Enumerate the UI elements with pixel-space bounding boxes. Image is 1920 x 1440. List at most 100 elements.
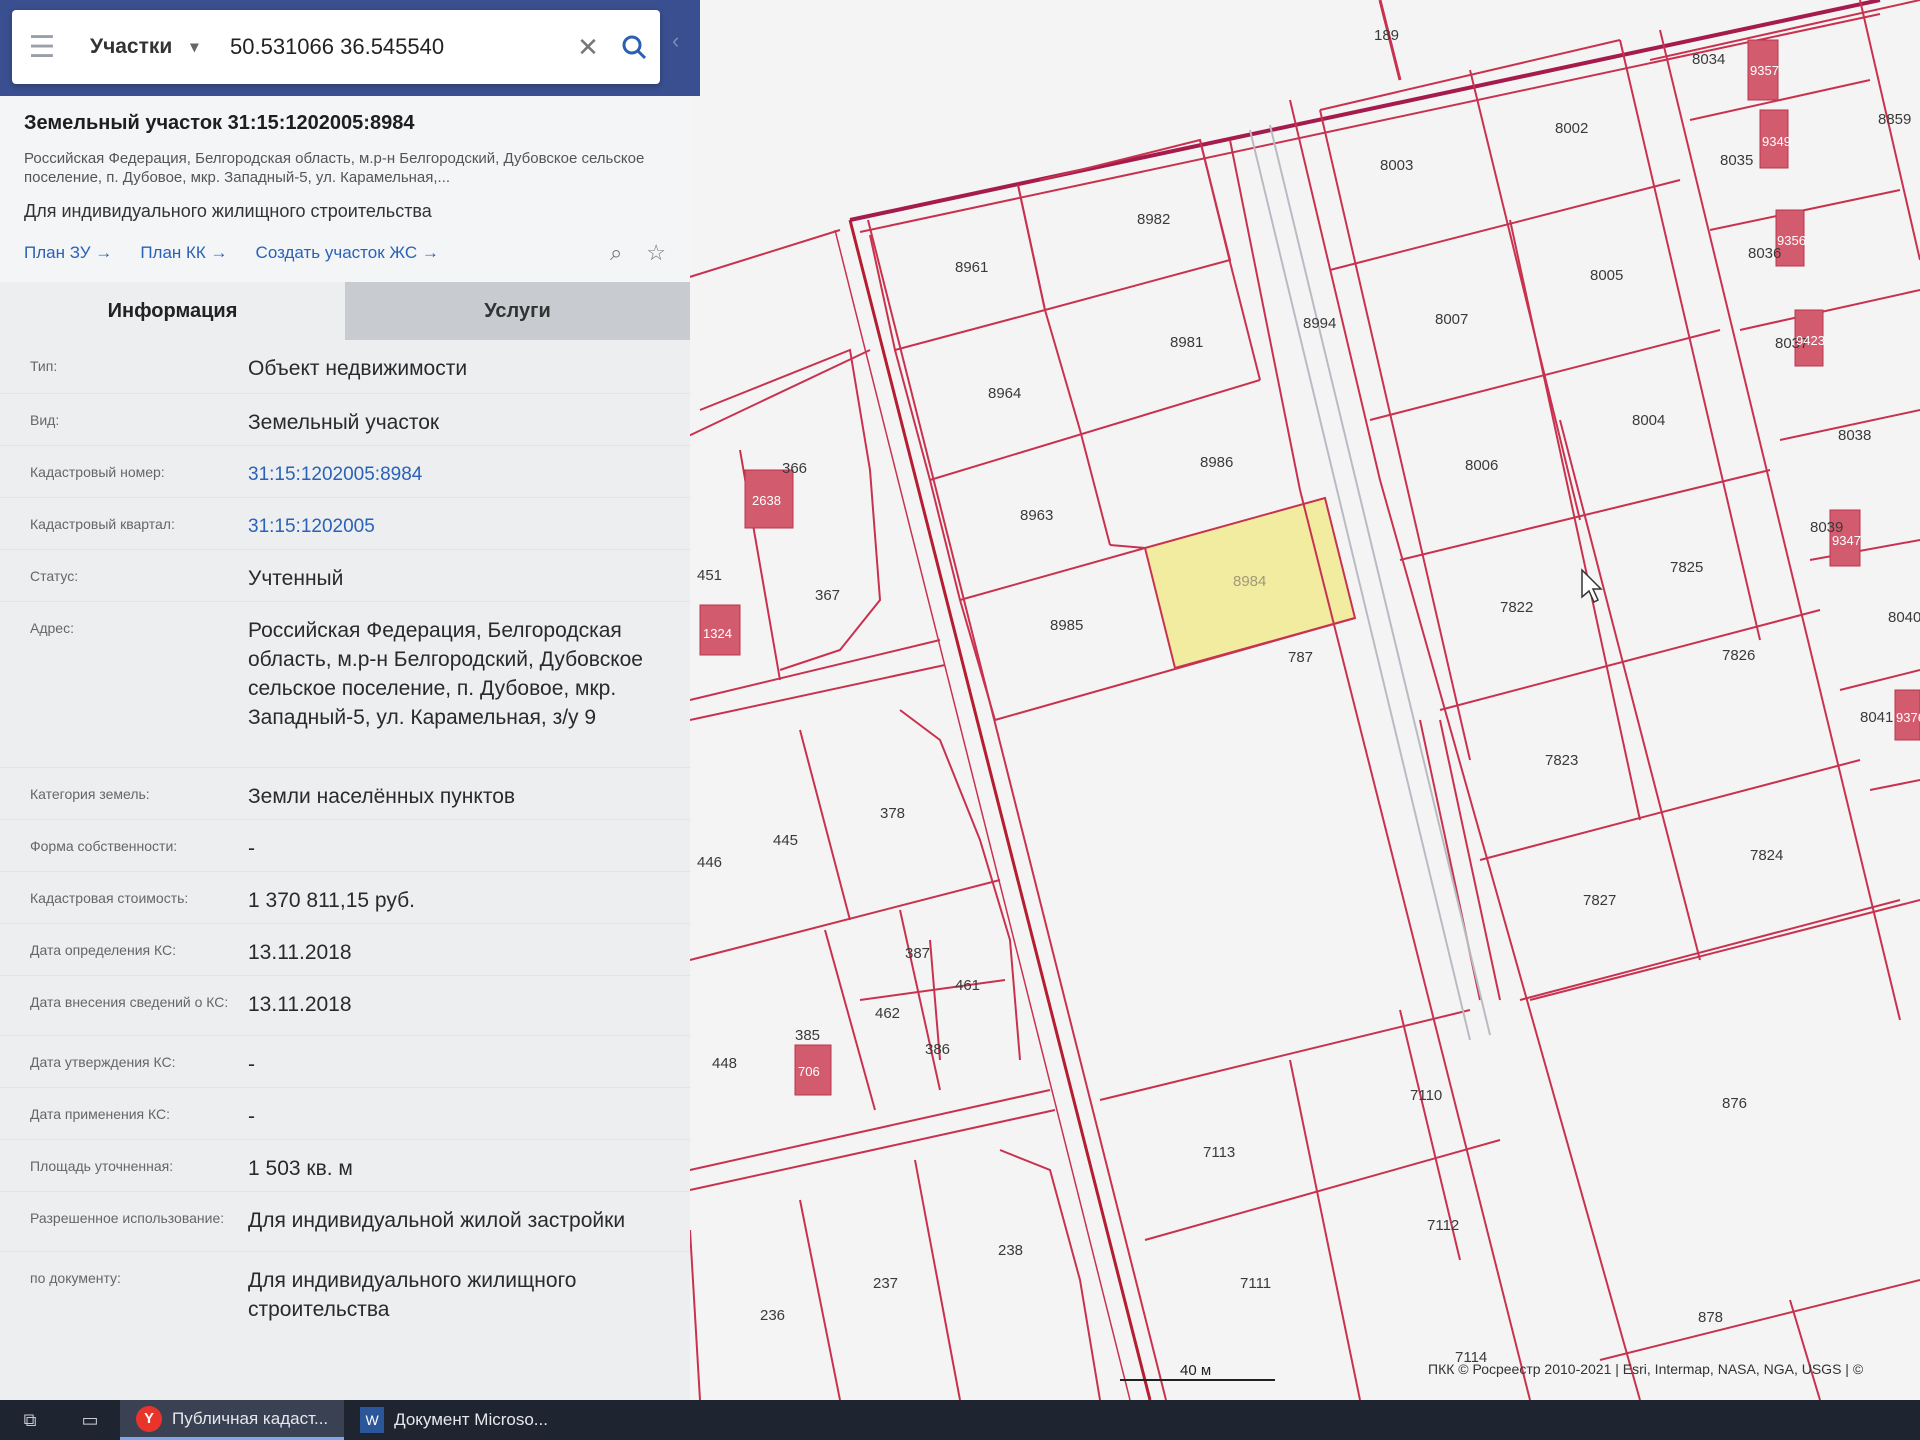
- row-cadastral-value: Кадастровая стоимость: 1 370 811,15 руб.: [0, 872, 690, 924]
- label-8035: 8035: [1720, 152, 1753, 169]
- zoom-to-object-icon[interactable]: ⌕: [610, 240, 622, 266]
- label-8961: 8961: [955, 259, 988, 276]
- app-window: 8961 8982 8003 8002 8964 8981 8994 8007 …: [0, 0, 1920, 1440]
- bld-1324: 1324: [703, 626, 732, 641]
- link-plan-kk[interactable]: План КК →: [140, 243, 227, 263]
- label-8040: 8040: [1888, 609, 1920, 626]
- object-links: План ЗУ → План КК → Создать участок ЖС →…: [24, 240, 666, 266]
- hamburger-icon[interactable]: ☰: [12, 10, 72, 84]
- bld-9356: 9356: [1777, 233, 1806, 248]
- label-8964: 8964: [988, 385, 1021, 402]
- label-7825: 7825: [1670, 559, 1703, 576]
- row-value: 13.11.2018: [248, 941, 352, 964]
- search-input[interactable]: [212, 34, 568, 60]
- label-8985: 8985: [1050, 617, 1083, 634]
- close-icon[interactable]: ✕: [568, 32, 608, 63]
- row-label: Кадастровый квартал:: [30, 516, 175, 532]
- header-actions: ⌕ ☆: [610, 240, 666, 266]
- tabs: Информация Услуги: [0, 282, 690, 340]
- row-value-apply-date: Дата применения КС: -: [0, 1088, 690, 1140]
- row-value: Объект недвижимости: [248, 357, 468, 380]
- row-cadastral-quarter: Кадастровый квартал: 31:15:1202005: [0, 498, 690, 550]
- label-7824: 7824: [1750, 847, 1783, 864]
- bld-706: 706: [798, 1064, 820, 1079]
- cadastral-quarter-link[interactable]: 31:15:1202005: [248, 512, 690, 541]
- row-status: Статус: Учтенный: [0, 550, 690, 602]
- label-8007: 8007: [1435, 311, 1468, 328]
- link-create-parcel[interactable]: Создать участок ЖС →: [256, 243, 439, 263]
- label-8004: 8004: [1632, 412, 1665, 429]
- label-8005: 8005: [1590, 267, 1623, 284]
- row-address: Адрес: Российская Федерация, Белгородская…: [0, 602, 690, 768]
- label-7113: 7113: [1203, 1144, 1235, 1161]
- row-value-approval-date: Дата утверждения КС: -: [0, 1036, 690, 1088]
- row-label: Форма собственности:: [30, 838, 178, 854]
- star-icon[interactable]: ☆: [646, 240, 666, 266]
- label-7826: 7826: [1722, 647, 1755, 664]
- row-label: Дата внесения сведений о КС:: [30, 994, 229, 1010]
- bld-9357: 9357: [1750, 63, 1779, 78]
- label-878: 878: [1698, 1309, 1723, 1326]
- row-ownership: Форма собственности: -: [0, 820, 690, 872]
- label-7823: 7823: [1545, 752, 1578, 769]
- search-icon[interactable]: [608, 34, 660, 60]
- link-plan-zu[interactable]: План ЗУ →: [24, 243, 112, 263]
- object-title: Земельный участок 31:15:1202005:8984: [24, 112, 415, 134]
- search-type-select[interactable]: Участки ▾: [72, 35, 212, 59]
- taskbar-item-label: Публичная кадаст...: [172, 1408, 329, 1428]
- collapse-panel-icon[interactable]: ‹: [672, 28, 679, 54]
- bld-9423: 9423: [1796, 333, 1825, 348]
- label-451: 451: [697, 567, 722, 584]
- row-value: 1 370 811,15 руб.: [248, 889, 415, 912]
- tab-info[interactable]: Информация: [0, 282, 345, 340]
- label-448: 448: [712, 1055, 737, 1072]
- label-237: 237: [873, 1275, 898, 1292]
- row-value-entry-date: Дата внесения сведений о КС: 13.11.2018: [0, 976, 690, 1036]
- taskbar-item-browser[interactable]: Y Публичная кадаст...: [120, 1400, 345, 1440]
- row-label: Площадь уточненная:: [30, 1158, 174, 1174]
- file-explorer-icon[interactable]: ▭: [60, 1400, 120, 1440]
- scale-label: 40 м: [1180, 1362, 1211, 1379]
- label-7822: 7822: [1500, 599, 1533, 616]
- tab-services[interactable]: Услуги: [345, 282, 690, 340]
- row-label: Вид:: [30, 412, 60, 428]
- row-label: Дата применения КС:: [30, 1106, 171, 1122]
- attribute-table: Тип: Объект недвижимости Вид: Земельный уч…: [0, 340, 690, 1332]
- row-value: -: [248, 1105, 255, 1128]
- row-by-document: по документу: Для индивидуального жилищно…: [0, 1252, 690, 1332]
- label-462: 462: [875, 1005, 900, 1022]
- label-7827: 7827: [1583, 892, 1616, 909]
- label-8994: 8994: [1303, 315, 1336, 332]
- yandex-browser-icon: Y: [136, 1405, 162, 1432]
- map-attribution: ПКК © Росреестр 2010-2021 | Esri, Interm…: [1428, 1361, 1864, 1377]
- bld-9376: 9376: [1896, 710, 1920, 725]
- label-8984: 8984: [1233, 573, 1266, 590]
- row-label: Категория земель:: [30, 786, 150, 802]
- label-8982: 8982: [1137, 211, 1170, 228]
- row-label: по документу:: [30, 1270, 121, 1286]
- label-446: 446: [697, 854, 722, 871]
- row-label: Дата определения КС:: [30, 942, 176, 958]
- bld-2638: 2638: [752, 493, 781, 508]
- row-land-category: Категория земель: Земли населённых пункто…: [0, 768, 690, 820]
- taskbar-item-word[interactable]: W Документ Microso...: [344, 1400, 564, 1440]
- row-value: Земли населённых пунктов: [248, 785, 516, 808]
- label-8038: 8038: [1838, 427, 1871, 444]
- object-address-short: Российская Федерация, Белгородская облас…: [24, 150, 645, 186]
- label-8963: 8963: [1020, 507, 1053, 524]
- object-header: Земельный участок 31:15:1202005:8984 Рос…: [0, 96, 690, 282]
- row-label: Тип:: [30, 358, 58, 374]
- row-value: 13.11.2018: [248, 993, 352, 1016]
- label-787: 787: [1288, 649, 1313, 666]
- row-label: Кадастровый номер:: [30, 464, 165, 480]
- label-8986: 8986: [1200, 454, 1233, 471]
- cadastral-number-link[interactable]: 31:15:1202005:8984: [248, 460, 690, 489]
- label-378: 378: [880, 805, 905, 822]
- label-8002: 8002: [1555, 120, 1588, 137]
- row-value: 1 503 кв. м: [248, 1157, 353, 1180]
- label-7111: 7111: [1240, 1275, 1271, 1292]
- word-document-icon: W: [360, 1407, 385, 1433]
- label-461: 461: [955, 977, 980, 994]
- taskbar-item-label: Документ Microso...: [394, 1410, 548, 1429]
- task-view-icon[interactable]: ⧉: [0, 1400, 60, 1440]
